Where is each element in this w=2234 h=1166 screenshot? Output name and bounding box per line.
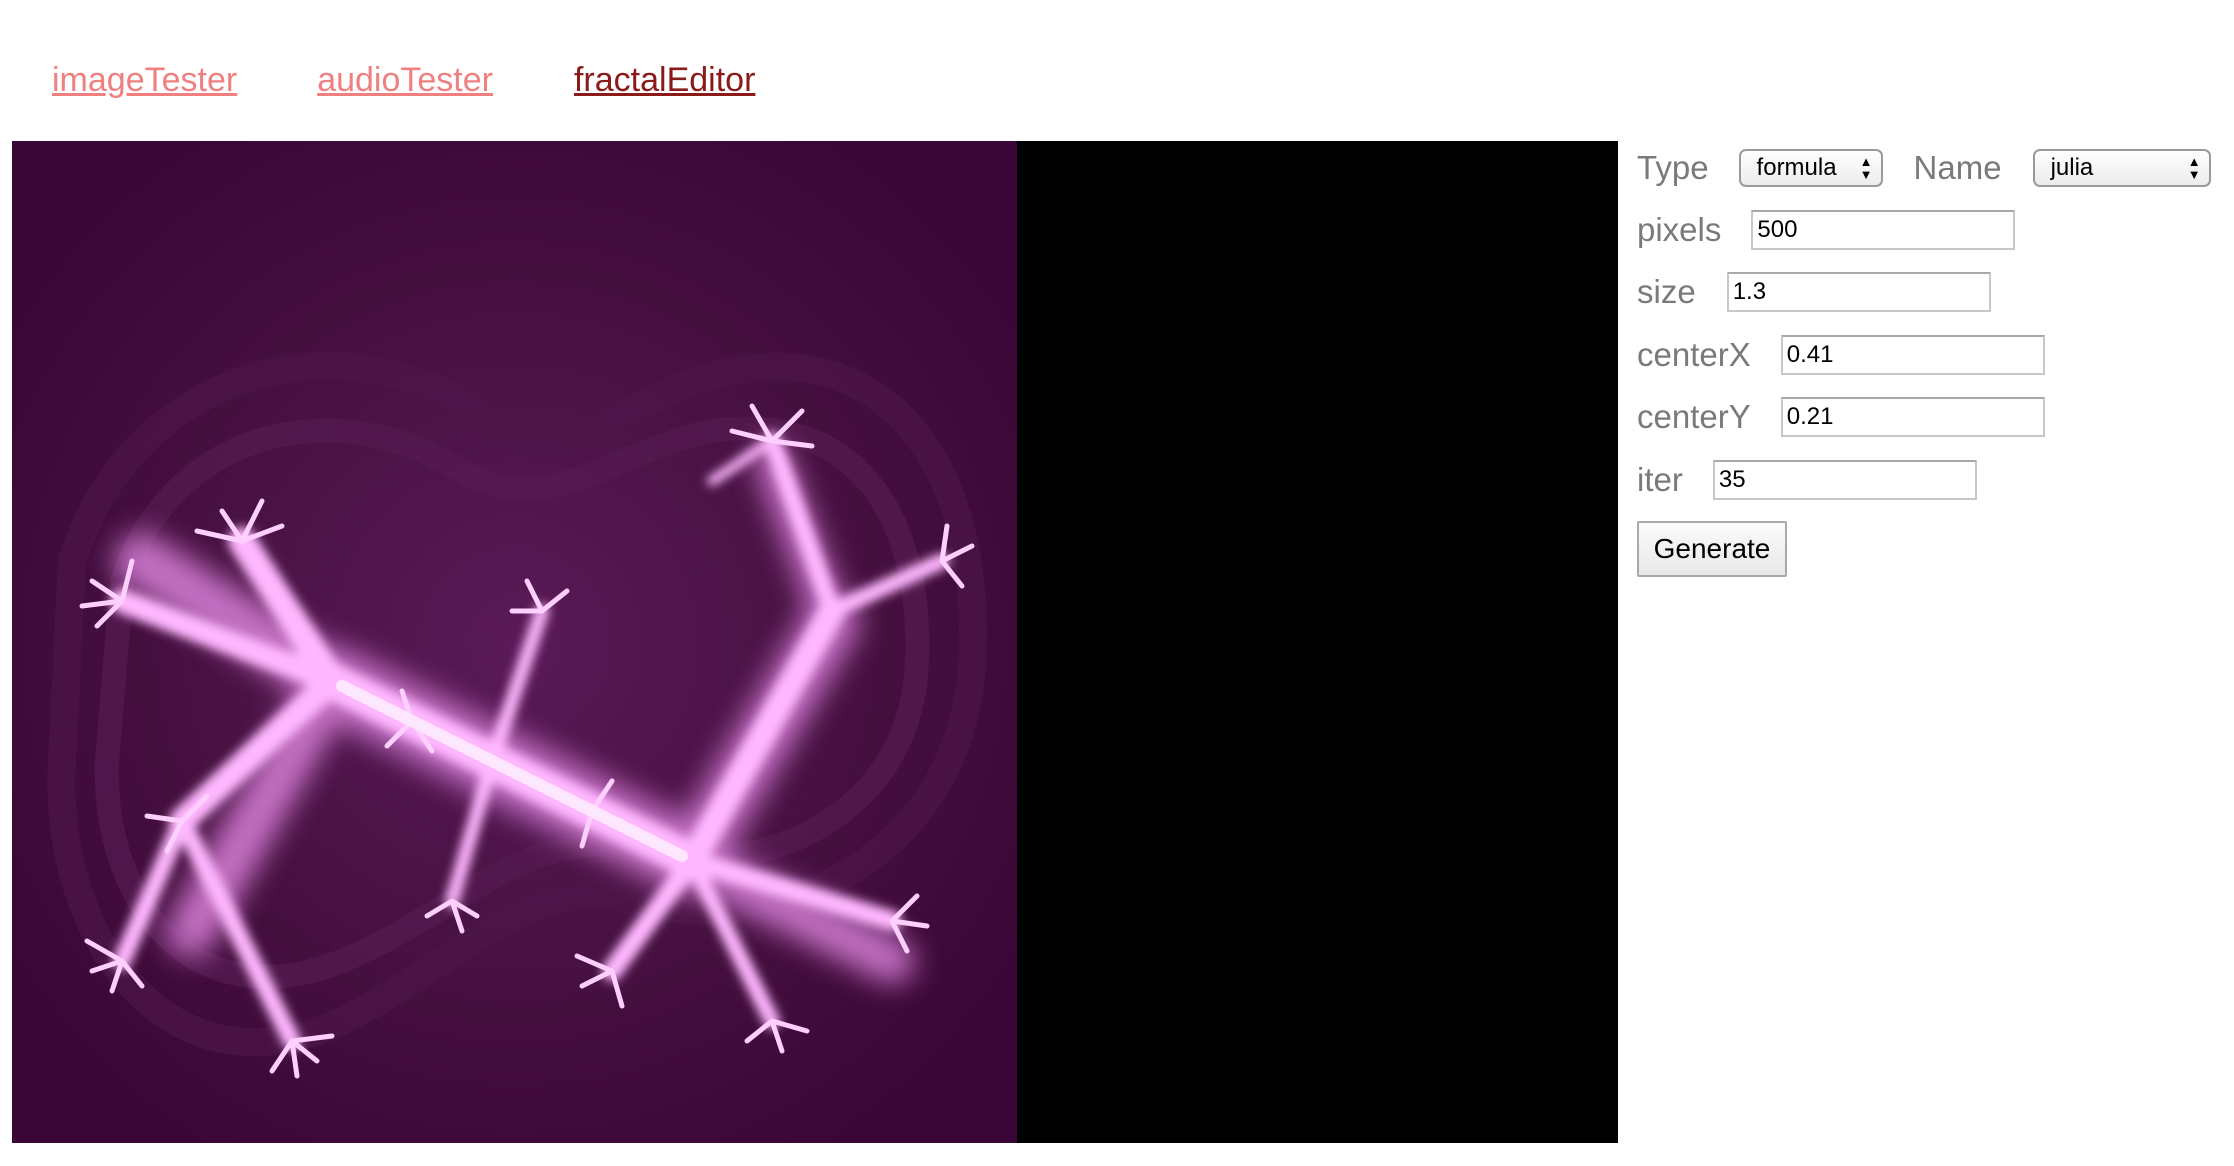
type-select[interactable]: formula ▲ ▼ [1738,149,1883,187]
type-label: Type [1637,149,1709,186]
nav-link-fractaleditor[interactable]: fractalEditor [574,56,755,104]
size-row: size [1637,270,1991,314]
iter-row: iter [1637,458,1977,502]
generate-button[interactable]: Generate [1637,521,1787,577]
size-label: size [1637,273,1696,310]
centery-input[interactable] [1780,397,2045,437]
fractal-canvas[interactable] [12,141,1618,1143]
name-select-value: julia [2050,154,2094,181]
pixels-row: pixels [1637,208,2016,252]
pixels-input[interactable] [1751,210,2016,250]
centerx-label: centerX [1637,336,1751,373]
iter-input[interactable] [1712,460,1977,500]
iter-label: iter [1637,461,1683,498]
julia-fractal-image [12,141,1017,1143]
type-row: Type formula ▲ ▼ Name julia ▲ ▼ [1637,146,2211,190]
nav-link-imagetester[interactable]: imageTester [52,56,237,104]
name-label: Name [1913,149,2002,186]
select-arrows-icon: ▲ ▼ [2187,154,2201,182]
select-arrows-icon: ▲ ▼ [1859,154,1873,182]
name-select[interactable]: julia ▲ ▼ [2032,149,2211,187]
pixels-label: pixels [1637,211,1722,248]
centerx-input[interactable] [1780,335,2045,375]
centerx-row: centerX [1637,333,2045,377]
size-input[interactable] [1726,272,1991,312]
type-select-value: formula [1756,154,1837,181]
centery-label: centerY [1637,398,1751,435]
centery-row: centerY [1637,395,2045,439]
nav-link-audiotester[interactable]: audioTester [317,56,493,104]
top-nav: imageTester audioTester fractalEditor [52,56,755,104]
